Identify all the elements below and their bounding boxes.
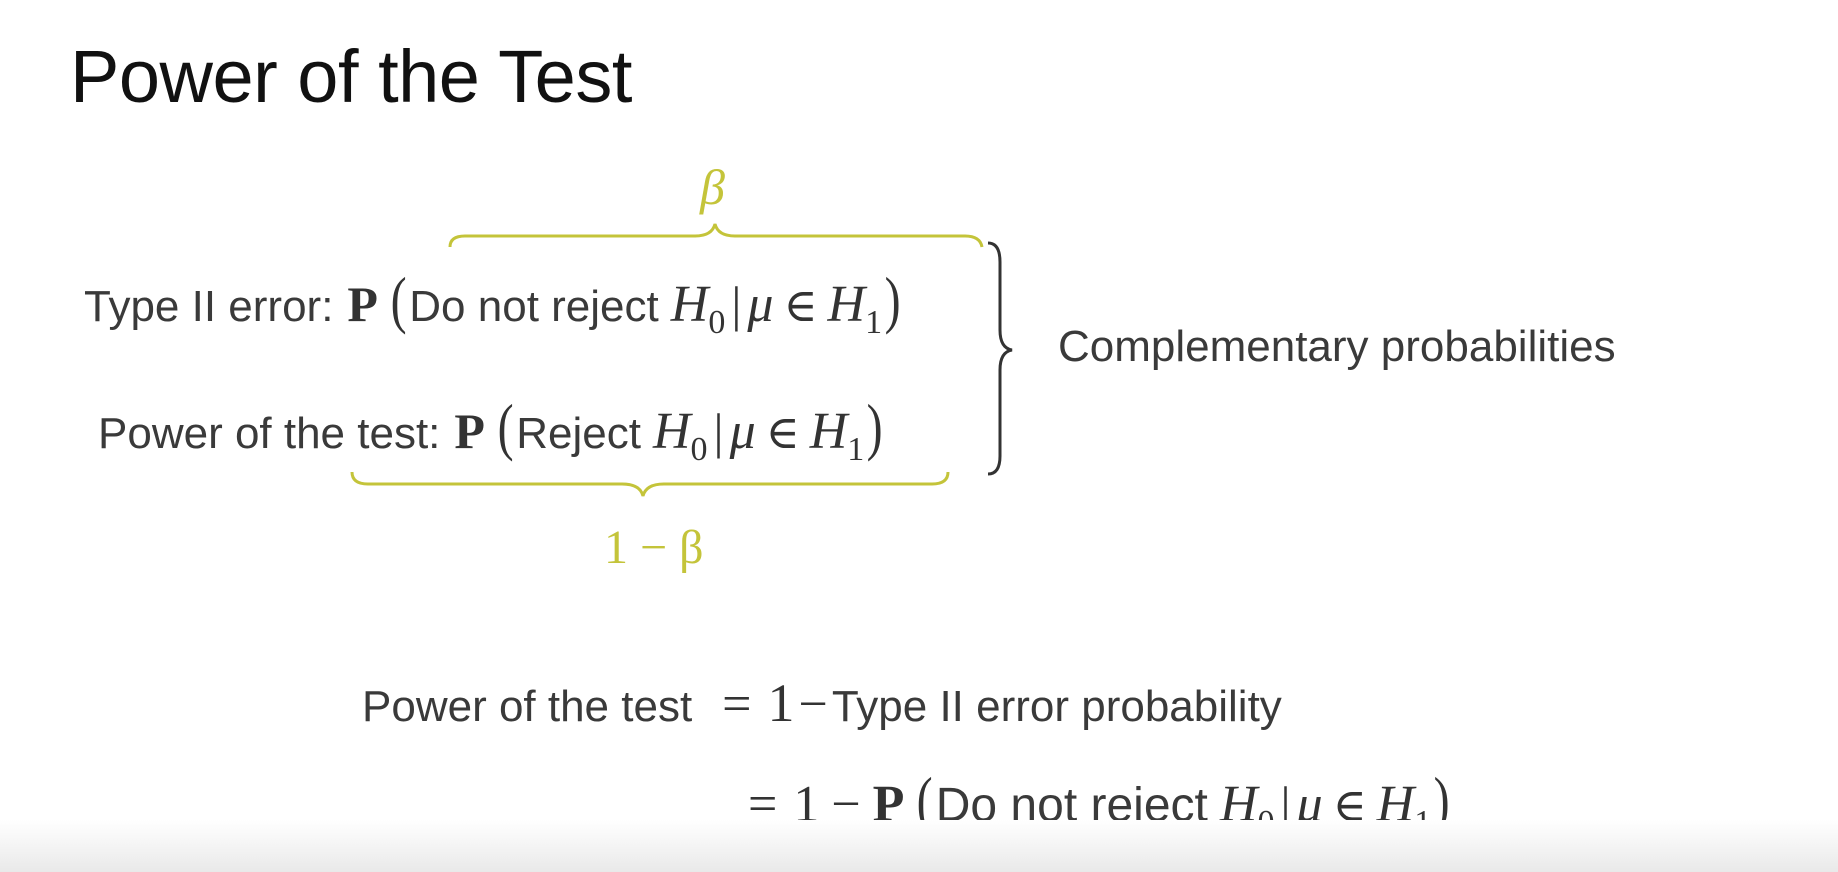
power-open-paren: ( bbox=[497, 391, 514, 462]
formula1-lhs: Power of the test bbox=[362, 682, 693, 731]
type2-mu-symbol: μ bbox=[747, 276, 774, 333]
formula1-minus: − bbox=[798, 676, 828, 733]
power-event-text: Reject bbox=[516, 409, 641, 458]
bottom-edge-bar bbox=[0, 820, 1838, 872]
type2-row: Type II error: P ( Do not reject H0 | μ … bbox=[84, 264, 903, 342]
type2-h1-subscript: 1 bbox=[865, 304, 883, 341]
power-h1-subscript: 1 bbox=[847, 431, 865, 468]
type2-close-paren: ) bbox=[884, 264, 901, 335]
power-mu-symbol: μ bbox=[729, 403, 756, 460]
type2-label: Type II error: bbox=[84, 282, 334, 331]
type2-h1-symbol: H bbox=[827, 276, 866, 333]
power-h1-symbol: H bbox=[809, 403, 848, 460]
power-h0-symbol: H bbox=[652, 403, 691, 460]
power-h0-subscript: 0 bbox=[690, 431, 708, 468]
power-element-of: ∈ bbox=[765, 405, 800, 459]
type2-given-bar: | bbox=[731, 276, 742, 332]
complementary-probabilities-label: Complementary probabilities bbox=[1058, 322, 1616, 371]
power-label: Power of the test: bbox=[98, 409, 441, 458]
type2-h0-subscript: 0 bbox=[708, 304, 726, 341]
power-close-paren: ) bbox=[866, 391, 883, 462]
power-row: Power of the test: P ( Reject H0 | μ ∈ H… bbox=[98, 391, 886, 469]
type2-event-text: Do not reject bbox=[409, 282, 659, 331]
beta-label: β bbox=[700, 159, 725, 215]
power-given-bar: | bbox=[713, 403, 724, 459]
one-minus-beta-label: 1 − β bbox=[604, 521, 704, 574]
type2-prob-symbol: P bbox=[347, 276, 378, 332]
power-prob-symbol: P bbox=[454, 403, 485, 459]
formula-line-1: Power of the test = 1 − Type II error pr… bbox=[362, 672, 1282, 734]
type2-element-of: ∈ bbox=[783, 278, 818, 332]
type2-open-paren: ( bbox=[390, 264, 407, 335]
bottom-brace-one-minus-beta bbox=[350, 471, 950, 497]
right-brace-complementary bbox=[987, 241, 1013, 476]
formula1-rhs: Type II error probability bbox=[831, 682, 1282, 731]
formula1-one: 1 bbox=[767, 673, 795, 733]
type2-h0-symbol: H bbox=[670, 276, 709, 333]
formula1-equals: = bbox=[722, 676, 752, 733]
top-brace-beta bbox=[448, 223, 984, 248]
